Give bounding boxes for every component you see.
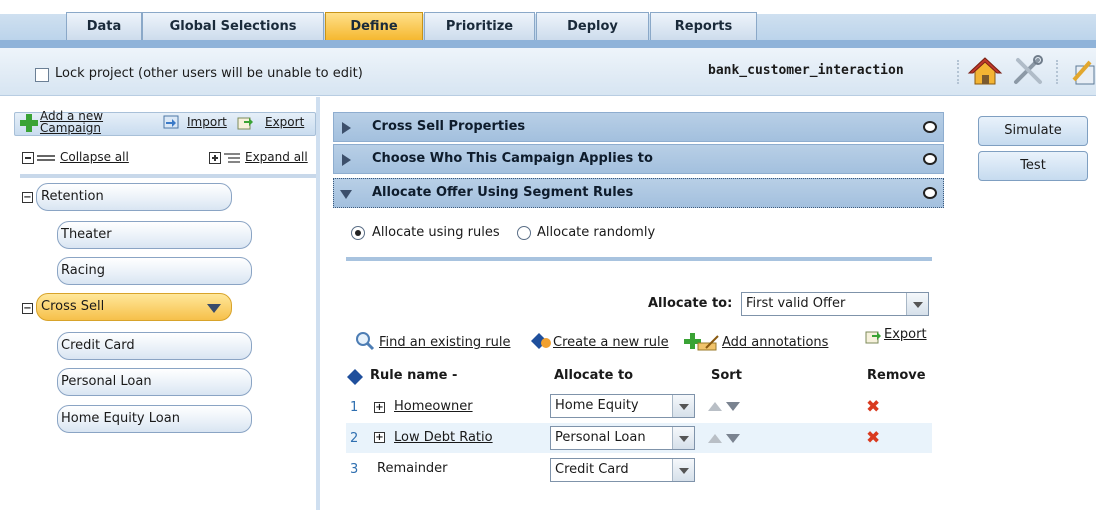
retention-collapse-toggle[interactable]: −	[22, 192, 33, 203]
node-menu-arrow-icon[interactable]	[207, 304, 221, 313]
chevron-down-icon[interactable]	[672, 395, 694, 417]
collapse-arrow-icon	[340, 190, 352, 199]
simulate-button[interactable]: Simulate	[978, 116, 1088, 146]
find-rule-link[interactable]: Find an existing rule	[379, 335, 510, 350]
create-rule-link[interactable]: Create a new rule	[553, 335, 669, 350]
tab-reports[interactable]: Reports	[650, 12, 757, 40]
row-allocate-select[interactable]: Credit Card	[550, 458, 695, 482]
test-button[interactable]: Test	[978, 151, 1088, 181]
add-annotations-link[interactable]: Add annotations	[722, 335, 828, 350]
rule-name-link[interactable]: Low Debt Ratio	[394, 430, 493, 445]
row-number: 3	[350, 462, 359, 477]
home-icon[interactable]	[967, 54, 1003, 88]
allocate-rules-radio[interactable]	[351, 226, 365, 240]
row-allocate-value: Personal Loan	[555, 430, 646, 445]
rule-column-icon	[347, 369, 363, 385]
add-campaign-line2: Campaign	[40, 121, 101, 135]
remove-rule-icon[interactable]: ✖	[866, 399, 880, 416]
toolbar-separator-2	[1056, 60, 1060, 84]
section-choose-who[interactable]: Choose Who This Campaign Applies to	[333, 144, 944, 174]
allocate-rules-label: Allocate using rules	[372, 225, 500, 240]
tab-deploy[interactable]: Deploy	[536, 12, 649, 40]
add-campaign-icon[interactable]	[18, 112, 40, 134]
edit-icon[interactable]	[1068, 54, 1096, 88]
row-number: 2	[350, 431, 359, 446]
allocate-to-value: First valid Offer	[746, 296, 846, 311]
collapse-all-icon[interactable]	[22, 152, 56, 164]
section-title: Allocate Offer Using Segment Rules	[372, 185, 634, 200]
allocate-to-label: Allocate to:	[648, 296, 733, 311]
collapse-all-link[interactable]: Collapse all	[60, 150, 129, 164]
expand-all-icon[interactable]	[209, 152, 241, 164]
tree-node-cross-sell-label: Cross Sell	[41, 299, 105, 314]
remove-rule-icon[interactable]: ✖	[866, 430, 880, 447]
header-rule-name[interactable]: Rule name -	[370, 368, 457, 383]
section-title: Cross Sell Properties	[372, 119, 526, 134]
cross-sell-collapse-toggle[interactable]: −	[22, 303, 33, 314]
comment-bubble-icon[interactable]	[923, 187, 937, 199]
tree-node-retention[interactable]: Retention	[36, 183, 232, 211]
tab-define[interactable]: Define	[325, 12, 423, 40]
tree-node-cross-sell[interactable]: Cross Sell	[36, 293, 232, 321]
tree-node-personal-loan[interactable]: Personal Loan	[57, 368, 252, 396]
row-allocate-value: Home Equity	[555, 398, 639, 413]
section-cross-sell-properties[interactable]: Cross Sell Properties	[333, 112, 944, 142]
tab-prioritize[interactable]: Prioritize	[424, 12, 535, 40]
import-icon[interactable]	[162, 113, 180, 131]
lock-project-checkbox[interactable]	[35, 68, 49, 82]
left-panel-divider	[20, 174, 316, 178]
lock-project-label: Lock project (other users will be unable…	[55, 66, 363, 81]
row-allocate-select[interactable]: Home Equity	[550, 394, 695, 418]
find-rule-icon[interactable]	[355, 331, 375, 351]
row-allocate-select[interactable]: Personal Loan	[550, 426, 695, 450]
header-allocate-to: Allocate to	[554, 368, 634, 383]
tree-node-home-equity-loan[interactable]: Home Equity Loan	[57, 405, 252, 433]
tree-node-theater[interactable]: Theater	[57, 221, 252, 249]
row-allocate-value: Credit Card	[555, 462, 629, 477]
create-rule-icon[interactable]	[530, 332, 552, 350]
chevron-down-icon[interactable]	[672, 459, 694, 481]
project-name: bank_customer_interaction	[708, 63, 904, 78]
tab-data[interactable]: Data	[66, 12, 142, 40]
row-expand-toggle[interactable]: +	[374, 402, 385, 413]
export-rules-icon[interactable]	[864, 327, 882, 345]
tab-bar-stripe	[0, 40, 1096, 48]
add-annotations-icon[interactable]	[684, 332, 722, 352]
export-rules-link[interactable]: Export	[884, 327, 927, 342]
tree-node-credit-card[interactable]: Credit Card	[57, 332, 252, 360]
expand-all-link[interactable]: Expand all	[245, 150, 308, 164]
comment-bubble-icon[interactable]	[923, 153, 937, 165]
header-sort: Sort	[711, 368, 742, 383]
expand-arrow-icon	[342, 154, 351, 166]
toolbar-separator	[957, 60, 961, 84]
chevron-down-icon[interactable]	[672, 427, 694, 449]
allocate-to-select[interactable]: First valid Offer	[741, 292, 929, 316]
add-campaign-link[interactable]: Add a new Campaign	[40, 110, 103, 134]
sort-arrows-icon[interactable]	[708, 432, 744, 444]
comment-bubble-icon[interactable]	[923, 121, 937, 133]
tools-icon[interactable]	[1010, 54, 1046, 88]
section-title: Choose Who This Campaign Applies to	[372, 151, 653, 166]
chevron-down-icon[interactable]	[906, 293, 928, 315]
export-link[interactable]: Export	[265, 115, 304, 129]
sort-arrows-icon[interactable]	[708, 400, 744, 412]
tree-node-racing[interactable]: Racing	[57, 257, 252, 285]
section-allocate-offer[interactable]: Allocate Offer Using Segment Rules	[333, 178, 944, 208]
rules-divider	[346, 257, 932, 261]
export-icon[interactable]	[236, 113, 254, 131]
expand-arrow-icon	[342, 122, 351, 134]
header-remove: Remove	[867, 368, 926, 383]
row-number: 1	[350, 400, 359, 415]
rule-name-link[interactable]: Homeowner	[394, 399, 473, 414]
panel-splitter[interactable]	[316, 97, 320, 510]
allocate-randomly-radio[interactable]	[517, 226, 531, 240]
row-expand-toggle[interactable]: +	[374, 432, 385, 443]
allocate-randomly-label: Allocate randomly	[537, 225, 656, 240]
rule-name-text: Remainder	[377, 461, 448, 476]
import-link[interactable]: Import	[187, 115, 227, 129]
tab-global-selections[interactable]: Global Selections	[142, 12, 324, 40]
